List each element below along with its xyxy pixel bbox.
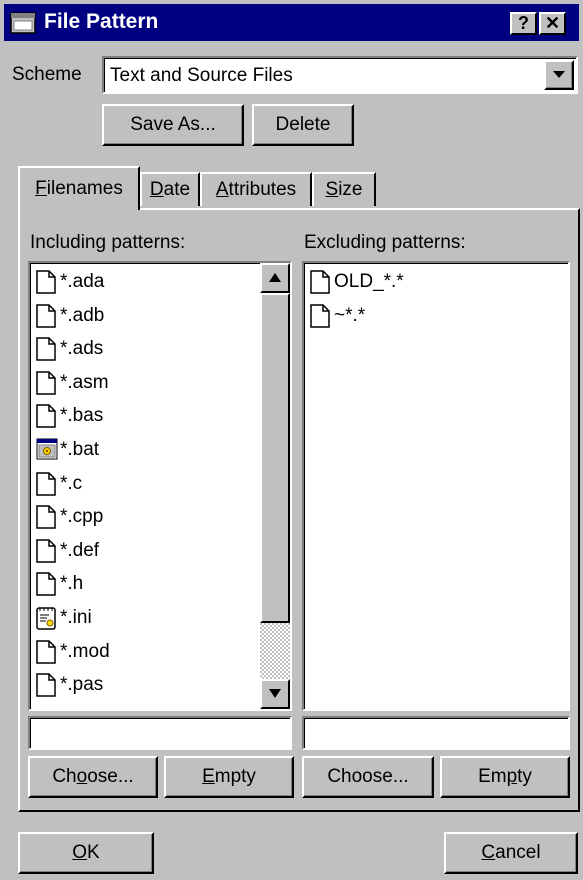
file-pattern-dialog: File Pattern ? ✕ Scheme Text and Source … <box>0 0 583 880</box>
including-choose-label: Choose... <box>52 766 134 787</box>
including-pattern-input[interactable] <box>28 716 292 750</box>
document-icon <box>310 303 330 328</box>
excluding-choose-label: Choose... <box>327 766 409 787</box>
window-icon <box>10 12 36 34</box>
document-icon <box>36 270 56 294</box>
list-item-label: *.h <box>60 573 84 595</box>
list-item[interactable]: OLD_*.* <box>310 267 404 297</box>
list-item-label: *.def <box>60 539 100 561</box>
tab-filenames[interactable]: Filenames <box>18 166 140 210</box>
scrollbar[interactable] <box>260 263 290 709</box>
list-item[interactable]: *.c <box>36 469 82 499</box>
dropdown-arrow-button[interactable] <box>544 60 574 90</box>
including-empty-label: Empty <box>202 766 256 787</box>
scroll-thumb[interactable] <box>260 293 290 623</box>
scheme-combobox[interactable]: Text and Source Files <box>102 56 578 94</box>
excluding-empty-button[interactable]: Empty <box>440 756 570 798</box>
list-item[interactable]: *.ini <box>36 603 92 633</box>
list-item-label: *.cpp <box>60 506 104 528</box>
list-item[interactable]: *.bat <box>36 435 99 465</box>
settings-file-icon <box>36 606 56 630</box>
including-empty-button[interactable]: Empty <box>164 756 294 798</box>
excluding-choose-button[interactable]: Choose... <box>302 756 434 798</box>
ok-label: OK <box>72 842 100 863</box>
cancel-label: Cancel <box>481 842 541 863</box>
list-item[interactable]: *.asm <box>36 368 109 398</box>
list-item-label: *.ada <box>60 271 105 292</box>
document-icon <box>36 639 56 664</box>
scroll-down-button[interactable] <box>260 679 290 709</box>
list-item-label: *.asm <box>60 371 109 393</box>
list-item[interactable]: *.adb <box>36 301 104 331</box>
including-patterns-list[interactable]: *.ada *.adb *.ads *.asm *.bas *.bat *.c *.cpp *.… <box>28 261 292 711</box>
document-icon <box>36 539 56 563</box>
list-item-label: *.ads <box>60 338 104 360</box>
arrow-down-icon <box>269 689 281 698</box>
batch-file-icon <box>36 438 58 462</box>
list-item[interactable]: *.def <box>36 536 99 566</box>
document-icon <box>36 505 56 529</box>
delete-button[interactable]: Delete <box>252 104 354 146</box>
excluding-patterns-label: Excluding patterns: <box>304 232 466 253</box>
tab-attributes[interactable]: Attributes <box>200 172 312 206</box>
scheme-label: Scheme <box>12 64 82 85</box>
list-item[interactable]: *.h <box>36 569 83 599</box>
document-icon <box>36 371 56 395</box>
save-as-button[interactable]: Save As... <box>102 104 244 146</box>
document-icon <box>36 572 56 597</box>
tab-attributes-label: Attributes <box>215 179 297 200</box>
including-patterns-label: Including patterns: <box>30 232 186 253</box>
close-button[interactable]: ✕ <box>539 12 566 35</box>
list-item-label: ~*.* <box>334 304 366 326</box>
tab-date-label: Date <box>149 179 191 200</box>
list-item-label: *.ini <box>60 607 92 628</box>
delete-label: Delete <box>275 114 331 135</box>
excluding-patterns-list[interactable]: OLD_*.* ~*.* <box>302 261 570 711</box>
document-icon <box>36 337 56 361</box>
list-item[interactable]: *.mod <box>36 637 110 667</box>
list-item[interactable]: *.ads <box>36 334 103 364</box>
chevron-down-icon <box>553 71 565 78</box>
scheme-value: Text and Source Files <box>110 65 293 86</box>
list-item[interactable]: *.cpp <box>36 502 103 532</box>
excluding-pattern-input[interactable] <box>302 716 570 750</box>
tab-size[interactable]: Size <box>312 172 376 206</box>
arrow-up-icon <box>269 273 281 282</box>
tab-date[interactable]: Date <box>140 172 200 206</box>
cancel-button[interactable]: Cancel <box>444 832 578 874</box>
document-icon <box>36 404 56 429</box>
document-icon <box>36 471 56 496</box>
list-item[interactable]: *.pas <box>36 670 103 700</box>
title-bar[interactable]: File Pattern ? ✕ <box>4 4 579 41</box>
scroll-track[interactable] <box>260 623 290 679</box>
list-item[interactable]: ~*.* <box>310 301 365 331</box>
list-item-label: *.bas <box>60 405 104 427</box>
document-icon <box>310 270 330 294</box>
document-icon <box>36 303 56 328</box>
list-item[interactable]: *.bas <box>36 401 103 431</box>
including-choose-button[interactable]: Choose... <box>28 756 158 798</box>
help-button[interactable]: ? <box>510 12 537 35</box>
excluding-empty-label: Empty <box>478 766 532 787</box>
scroll-up-button[interactable] <box>260 263 290 293</box>
ok-button[interactable]: OK <box>18 832 154 874</box>
list-item[interactable]: *.ada <box>36 267 104 297</box>
tab-filenames-label: Filenames <box>35 178 123 199</box>
save-as-label: Save As... <box>130 114 216 135</box>
list-item-label: OLD_*.* <box>334 271 404 292</box>
list-item-label: *.adb <box>60 304 105 326</box>
document-icon <box>36 673 56 697</box>
list-item-label: *.bat <box>60 439 100 460</box>
list-item-label: *.pas <box>60 674 104 696</box>
list-item-label: *.mod <box>60 640 110 662</box>
tab-size-label: Size <box>325 179 363 200</box>
list-item-label: *.c <box>60 472 83 494</box>
window-title: File Pattern <box>44 10 159 33</box>
